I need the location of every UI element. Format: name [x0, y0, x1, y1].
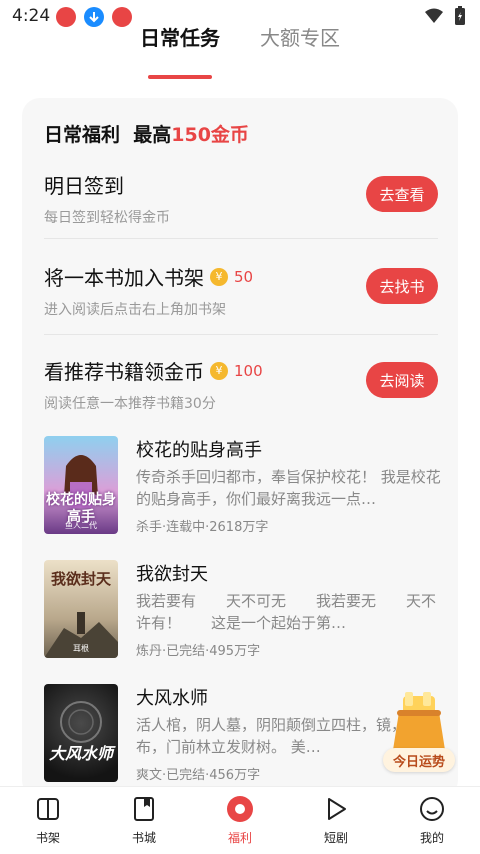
book-cover-author: 耳根 [73, 644, 89, 653]
task-reward: 100 [234, 361, 263, 380]
book-cover: 我欲封天 耳根 [44, 560, 118, 658]
nav-item-bookstore[interactable]: 书城 [104, 795, 184, 846]
divider [44, 334, 438, 335]
tab-big-rewards[interactable]: 大额专区 [260, 22, 340, 51]
book-cover: 大风水师 [44, 684, 118, 782]
task-title: 明日签到 [44, 174, 124, 198]
card-title: 日常福利 最高150金币 [44, 120, 249, 147]
nav-label: 书城 [131, 831, 156, 845]
bottom-nav: 书架 书城 福利 短剧 我的 [0, 786, 480, 854]
fortune-bag-icon [393, 692, 445, 754]
daily-fortune-widget[interactable]: 今日运势 [383, 690, 455, 776]
card-title-max: 最高 [133, 124, 172, 146]
task-item-read-recommend: 看推荐书籍领金币 ¥ 100 阅读任意一本推荐书籍30分 去阅读 [44, 356, 438, 413]
book-title: 大风水师 [136, 688, 208, 709]
book-cover-title: 大风水师 [48, 744, 113, 763]
nav-label: 我的 [419, 831, 444, 845]
bookshelf-icon [8, 795, 88, 823]
task-title: 看推荐书籍领金币 [44, 360, 204, 384]
book-title: 校花的贴身高手 [136, 440, 262, 461]
book-title: 我欲封天 [136, 564, 208, 585]
read-button[interactable]: 去阅读 [366, 362, 438, 398]
tab-indicator [148, 75, 212, 79]
nav-item-bookshelf[interactable]: 书架 [8, 795, 88, 846]
coin-icon: ¥ [210, 361, 228, 380]
nav-item-welfare[interactable]: 福利 [200, 795, 280, 846]
view-button[interactable]: 去查看 [366, 176, 438, 212]
book-cover-author: 鱼人二代 [65, 521, 97, 530]
card-title-highlight: 150金币 [171, 124, 249, 146]
book-meta: 爽文·已完结·456万字 [136, 768, 261, 783]
task-item-signin: 明日签到 每日签到轻松得金币 去查看 [44, 170, 438, 227]
play-icon [296, 795, 376, 823]
book-description: 我若要有 天不可无 我若要无 天不许有！ 这是一个起始于第… [136, 592, 437, 632]
divider [44, 238, 438, 239]
book-item[interactable]: 我欲封天 耳根 我欲封天 我若要有 天不可无 我若要无 天不许有！ 这是一个起始… [44, 560, 444, 664]
task-title: 将一本书加入书架 [44, 266, 204, 290]
task-reward: 50 [234, 267, 254, 286]
nav-label: 福利 [227, 831, 252, 845]
nav-item-profile[interactable]: 我的 [392, 795, 472, 846]
book-item[interactable]: 校花的贴身高手 鱼人二代 校花的贴身高手 传奇杀手回归都市，奉旨保护校花！ 我是… [44, 436, 444, 540]
book-cover: 校花的贴身高手 鱼人二代 [44, 436, 118, 534]
book-meta: 炼丹·已完结·495万字 [136, 644, 261, 659]
smile-icon [392, 795, 472, 823]
daily-fortune-label: 今日运势 [383, 748, 455, 772]
find-book-button[interactable]: 去找书 [366, 268, 438, 304]
nav-label: 短剧 [323, 831, 348, 845]
nav-label: 书架 [35, 831, 60, 845]
task-tabs: 日常任务 大额专区 [0, 22, 480, 79]
book-description: 传奇杀手回归都市，奉旨保护校花！ 我是校花的贴身高手，你们最好离我远一点… [136, 468, 441, 508]
welfare-icon [200, 795, 280, 823]
book-meta: 杀手·连载中·2618万字 [136, 520, 269, 535]
task-item-add-shelf: 将一本书加入书架 ¥ 50 进入阅读后点击右上角加书架 去找书 [44, 262, 438, 319]
nav-item-short-drama[interactable]: 短剧 [296, 795, 376, 846]
tab-daily-tasks[interactable]: 日常任务 [140, 22, 220, 51]
card-title-text: 日常福利 [44, 124, 121, 146]
bookstore-icon [104, 795, 184, 823]
coin-icon: ¥ [210, 267, 228, 286]
